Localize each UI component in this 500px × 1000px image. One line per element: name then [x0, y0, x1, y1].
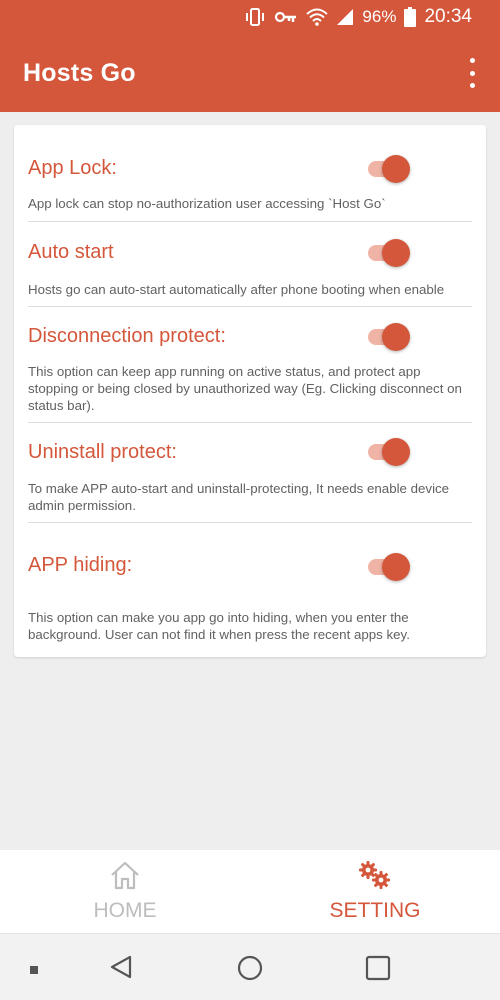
- app-lock-toggle[interactable]: [366, 151, 412, 187]
- setting-title: Disconnection protect:: [28, 325, 226, 347]
- setting-title: Auto start: [28, 241, 114, 263]
- system-navigation-bar: [0, 933, 500, 1000]
- signal-icon: [336, 8, 354, 26]
- nav-home[interactable]: HOME: [0, 850, 250, 933]
- auto-start-toggle[interactable]: [366, 235, 412, 271]
- divider: [28, 522, 472, 523]
- setting-description: App lock can stop no-authorization user …: [28, 196, 386, 211]
- nav-setting-label: SETTING: [329, 899, 421, 922]
- battery-icon: [404, 7, 417, 27]
- nav-home-label: HOME: [93, 899, 157, 922]
- setting-description: To make APP auto-start and uninstall-pro…: [28, 481, 450, 513]
- vpn-key-icon: [274, 9, 298, 25]
- recent-dot-icon[interactable]: [29, 962, 39, 980]
- wifi-icon: [306, 8, 329, 26]
- setting-description: This option can make you app go into hid…: [28, 610, 410, 642]
- overview-square-icon[interactable]: [365, 955, 391, 986]
- divider: [28, 422, 472, 423]
- nav-setting[interactable]: SETTING: [250, 850, 500, 933]
- status-bar: 96% 20:34: [0, 0, 500, 34]
- home-icon: [109, 860, 141, 895]
- app-hiding-toggle[interactable]: [366, 549, 412, 585]
- divider: [28, 221, 472, 222]
- setting-title: App Lock:: [28, 157, 117, 179]
- back-icon[interactable]: [108, 954, 134, 985]
- setting-description: This option can keep app running on acti…: [28, 364, 462, 413]
- setting-title: APP hiding:: [28, 554, 133, 576]
- setting-title: Uninstall protect:: [28, 441, 177, 463]
- app-title: Hosts Go: [23, 58, 136, 87]
- bottom-navigation: HOME SETTING: [0, 850, 500, 933]
- uninstall-protect-toggle[interactable]: [366, 434, 412, 470]
- more-vertical-icon[interactable]: [466, 58, 478, 88]
- home-circle-icon[interactable]: [236, 954, 264, 987]
- divider: [28, 306, 472, 307]
- app-bar: Hosts Go: [0, 34, 500, 112]
- gears-icon: [358, 860, 392, 895]
- disconnection-protect-toggle[interactable]: [366, 319, 412, 355]
- battery-percent: 96%: [362, 7, 397, 26]
- setting-description: Hosts go can auto-start automatically af…: [28, 282, 445, 297]
- vibrate-icon: [244, 7, 266, 27]
- settings-card: App Lock: App lock can stop no-authoriza…: [14, 125, 486, 657]
- status-time: 20:34: [424, 6, 472, 27]
